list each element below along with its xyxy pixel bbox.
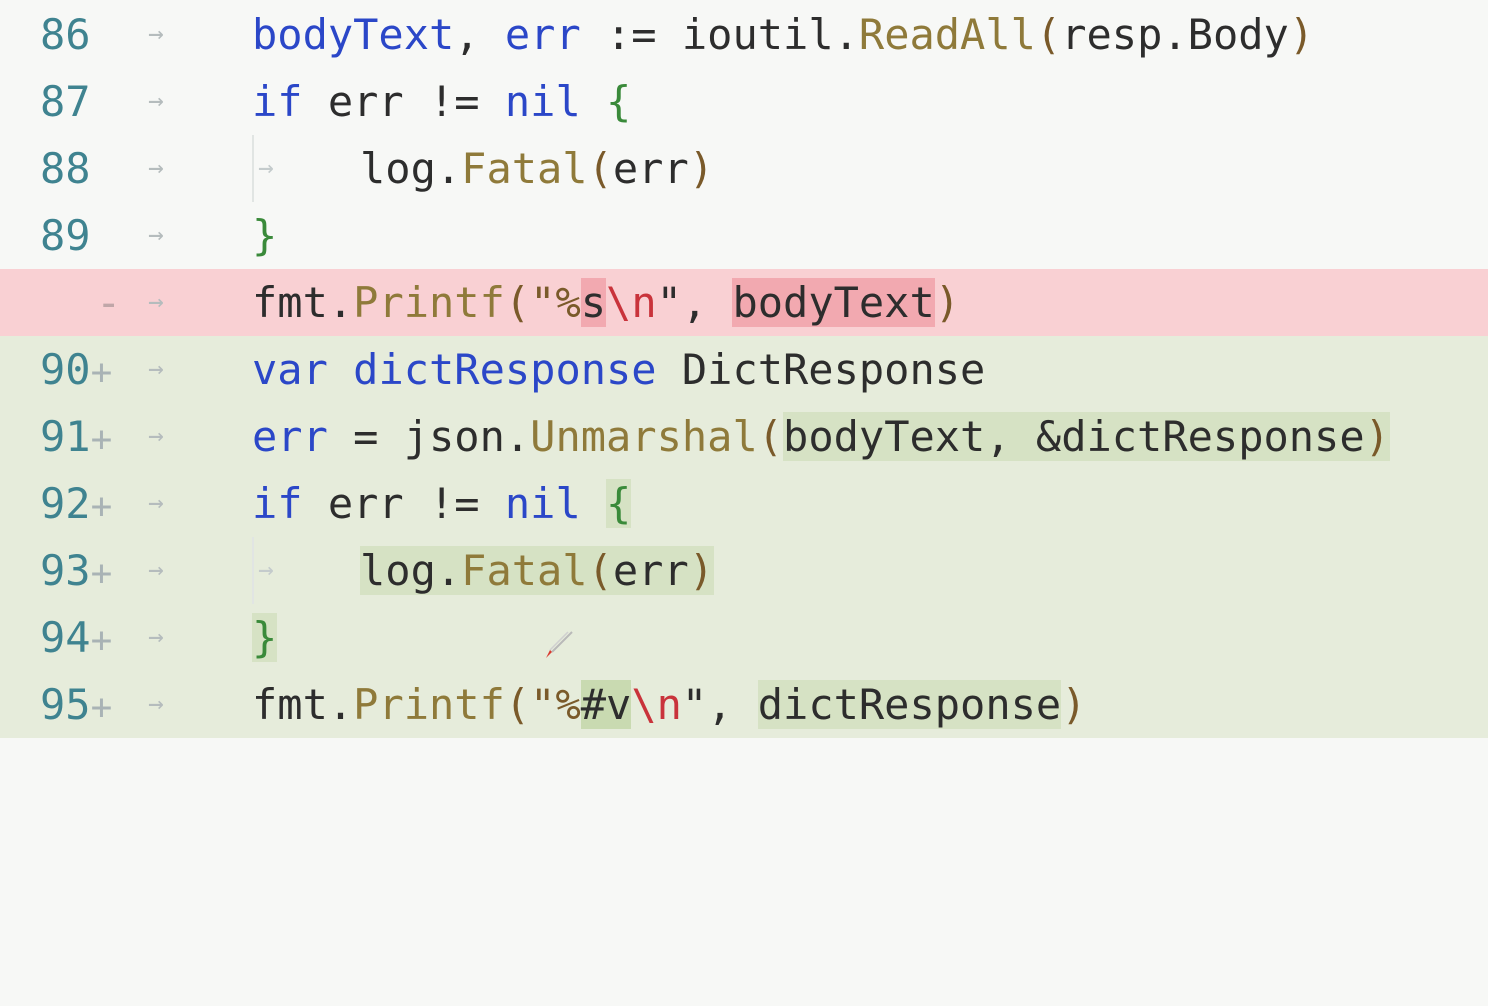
line-number: 89 [40,211,91,260]
tab-arrow-icon: → [148,622,164,652]
diff-line-95[interactable]: 95+ → fmt.Printf("%#v\n", dictResponse) [0,671,1488,738]
diff-line-91[interactable]: 91+ → err = json.Unmarshal(bodyText, &di… [0,403,1488,470]
tab-arrow-icon: → [148,421,164,451]
tab-arrow-icon: → [148,153,164,183]
line-number: 95+ [40,680,113,729]
diff-view: 86 → bodyText, err := ioutil.ReadAll(res… [0,0,1488,742]
code-text: err = json.Unmarshal(bodyText, &dictResp… [252,412,1390,461]
code-text: var dictResponse DictResponse [252,345,986,394]
code-text: } [252,613,278,662]
code-text: fmt.Printf("%s\n", bodyText) [252,278,961,327]
diff-line-88[interactable]: 88 → → log.Fatal(err) [0,135,1488,202]
line-number: 88 [40,144,91,193]
code-text: fmt.Printf("%#v\n", dictResponse) [252,680,1087,729]
tab-arrow-icon: → [148,220,164,250]
code-text: bodyText, err := ioutil.ReadAll(resp.Bod… [252,10,1315,59]
tab-arrow-icon: → [148,19,164,49]
code-text: if err != nil { [252,77,632,126]
diff-line-87[interactable]: 87 → if err != nil { [0,68,1488,135]
pen-cursor-icon [546,631,573,658]
line-number: 94+ [40,613,113,662]
tab-arrow-icon: → [148,354,164,384]
diff-line-removed[interactable]: - → fmt.Printf("%s\n", bodyText) [0,269,1488,336]
line-number: 93+ [40,546,113,595]
code-text: } [252,211,278,260]
tab-arrow-icon: → [148,86,164,116]
diff-line-89[interactable]: 89 → } [0,202,1488,269]
line-number: 90+ [40,345,113,394]
indent-arrow-icon: → [252,537,360,604]
tab-arrow-icon: → [148,689,164,719]
indent-arrow-icon: → [252,135,360,202]
diff-line-94[interactable]: 94+ → } [0,604,1488,671]
diff-line-93[interactable]: 93+ → → log.Fatal(err) [0,537,1488,604]
line-number: 91+ [40,412,113,461]
tab-arrow-icon: → [148,488,164,518]
removed-marker: - [96,278,122,327]
line-number: 92+ [40,479,113,528]
line-number: 87 [40,77,91,126]
code-text: → log.Fatal(err) [252,537,715,604]
diff-line-90[interactable]: 90+ → var dictResponse DictResponse [0,336,1488,403]
line-number: 86 [40,10,91,59]
diff-line-92[interactable]: 92+ → if err != nil { [0,470,1488,537]
code-text: if err != nil { [252,479,632,528]
diff-line-86[interactable]: 86 → bodyText, err := ioutil.ReadAll(res… [0,1,1488,68]
tab-arrow-icon: → [148,287,164,317]
code-text: → log.Fatal(err) [252,135,714,202]
tab-arrow-icon: → [148,555,164,585]
